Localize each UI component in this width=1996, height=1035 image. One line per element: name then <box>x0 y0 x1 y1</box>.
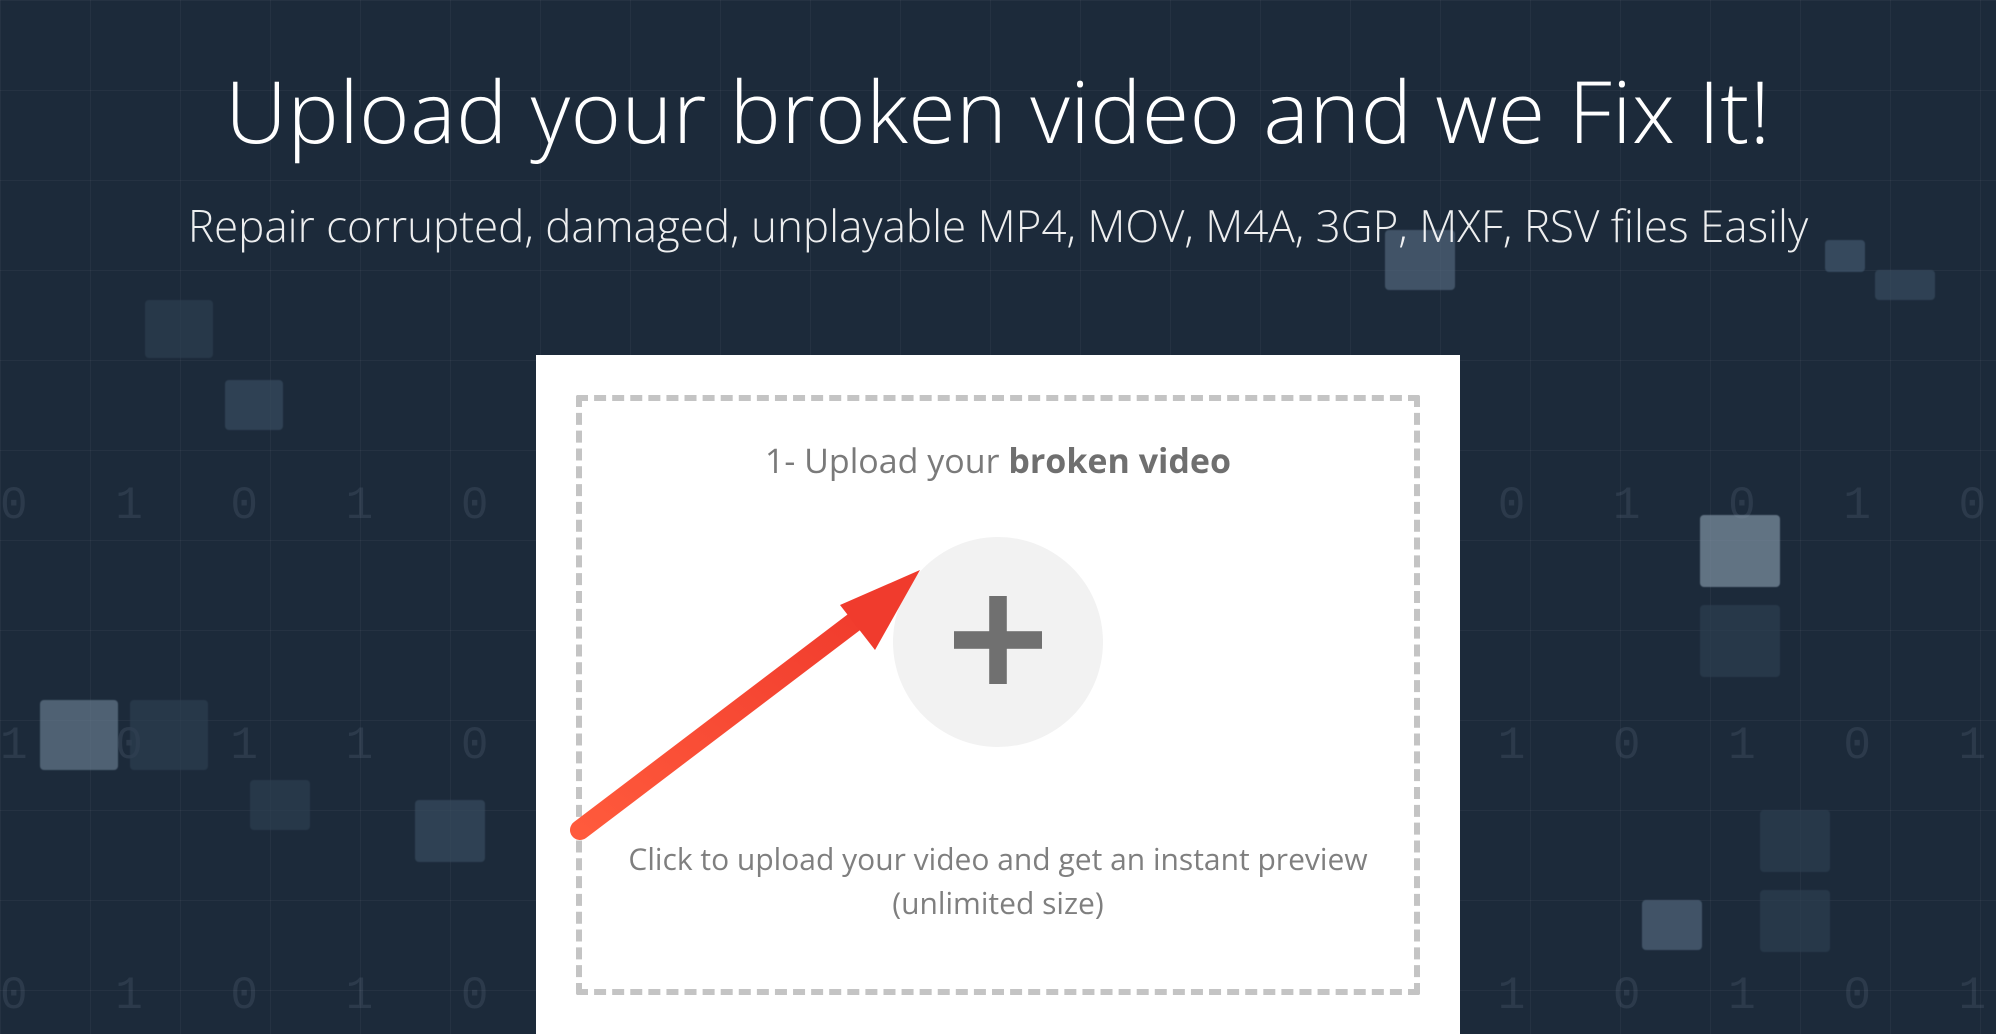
decor-square <box>1760 890 1830 952</box>
upload-step-prefix: 1- Upload your <box>765 437 1008 483</box>
upload-instruction-line2: (unlimited size) <box>628 881 1367 925</box>
upload-step-label: 1- Upload your broken video <box>765 437 1231 483</box>
decor-square <box>130 700 208 770</box>
page-subtitle: Repair corrupted, damaged, unplayable MP… <box>0 195 1996 255</box>
upload-step-bold: broken video <box>1008 437 1231 483</box>
decor-square <box>415 800 485 862</box>
decor-square <box>1760 810 1830 872</box>
page-title: Upload your broken video and we Fix It! <box>0 52 1996 169</box>
decor-square <box>1700 515 1780 587</box>
upload-add-button[interactable] <box>893 537 1103 747</box>
decor-square <box>40 700 118 770</box>
upload-instructions: Click to upload your video and get an in… <box>628 837 1367 924</box>
decor-square <box>145 300 213 358</box>
plus-icon <box>943 585 1053 700</box>
decor-square <box>1700 605 1780 677</box>
decor-square <box>250 780 310 830</box>
upload-dropzone[interactable]: 1- Upload your broken video Click to upl… <box>576 395 1420 995</box>
upload-card: 1- Upload your broken video Click to upl… <box>536 355 1460 1035</box>
decor-square <box>1875 270 1935 300</box>
hero-section: Upload your broken video and we Fix It! … <box>0 52 1996 255</box>
decor-square <box>225 380 283 430</box>
decor-square <box>1642 900 1702 950</box>
upload-instruction-line1: Click to upload your video and get an in… <box>628 837 1367 881</box>
